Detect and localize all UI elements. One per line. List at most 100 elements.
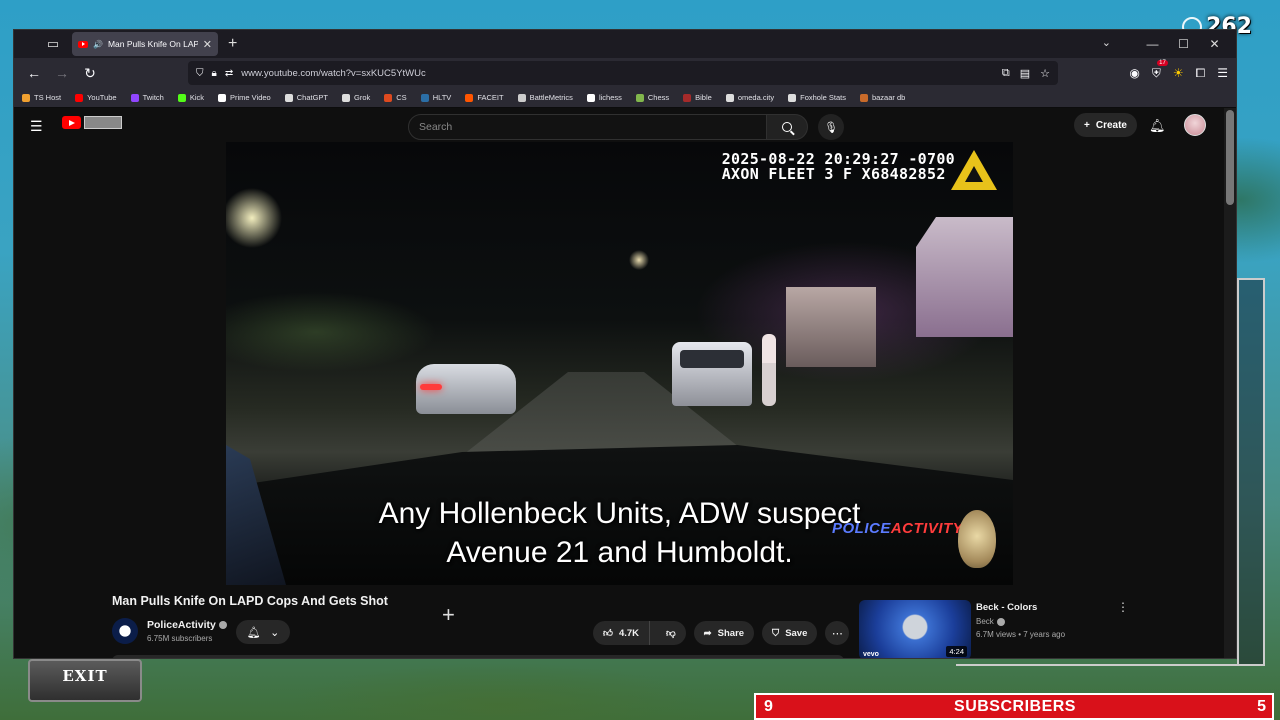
bookmark-favicon-icon <box>177 93 186 102</box>
description-box[interactable] <box>112 655 844 658</box>
video-player[interactable]: 2025-08-22 20:29:27 -0700 AXON FLEET 3 F… <box>226 142 1013 585</box>
bookmark-item[interactable]: omeda.city <box>725 93 774 102</box>
tab-bar: ▭ 🔊 Man Pulls Knife On LAPD C ✕ + ⌄ — ☐ … <box>14 30 1236 58</box>
bookmark-item[interactable]: lichess <box>586 93 622 102</box>
thumbs-up-icon: 👍︎ <box>603 628 613 639</box>
bookmark-item[interactable]: Grok <box>342 93 370 102</box>
hamburger-menu-icon[interactable]: ☰ <box>30 118 43 135</box>
recommended-channel: Beck <box>976 617 1005 626</box>
new-tab-icon[interactable]: + <box>228 35 237 53</box>
ublock-icon[interactable]: ⛨ 17 <box>1152 59 1168 81</box>
permissions-icon[interactable]: ⇄ <box>225 68 233 79</box>
subscriber-goal-bar: 9 SUBSCRIBERS 5 <box>754 693 1274 720</box>
like-button[interactable]: 👍︎ 4.7K <box>593 621 651 645</box>
minimize-icon[interactable]: — <box>1137 37 1168 51</box>
bookmark-item[interactable]: Bible <box>683 93 712 102</box>
save-button[interactable]: ⛉ Save <box>762 621 818 645</box>
picture-in-picture-icon[interactable]: ⧉ <box>1002 67 1010 80</box>
account-icon[interactable]: ◉ <box>1129 66 1139 80</box>
chevron-down-icon[interactable]: ⌄ <box>1102 36 1111 49</box>
back-icon[interactable]: ← <box>22 65 46 81</box>
bookmark-favicon-icon <box>420 93 429 102</box>
bookmark-item[interactable]: HLTV <box>420 93 451 102</box>
bookmark-item[interactable]: YouTube <box>75 93 117 102</box>
bookmark-item[interactable]: Kick <box>177 93 204 102</box>
tab-close-icon[interactable]: ✕ <box>203 38 212 51</box>
shield-icon[interactable]: ⛉ <box>196 68 204 79</box>
bookmark-label: Foxhole Stats <box>800 93 846 102</box>
user-avatar[interactable] <box>1184 114 1206 136</box>
bookmark-item[interactable]: TS Host <box>22 93 61 102</box>
bookmarks-bar: TS Host YouTube Twitch Kick Prime Video ChatG… <box>14 88 1236 108</box>
bookmark-item[interactable]: bazaar db <box>859 93 906 102</box>
share-button[interactable]: ➦ Share <box>693 621 755 645</box>
tab-list-icon[interactable]: ▭ <box>38 30 68 58</box>
bookmark-item[interactable]: CS <box>384 93 407 102</box>
channel-name[interactable]: PoliceActivity <box>147 619 216 631</box>
bookmark-label: bazaar db <box>871 93 906 102</box>
timestamp-line-2: AXON FLEET 3 F X68482852 <box>721 165 946 183</box>
maximize-icon[interactable]: ☐ <box>1168 37 1199 51</box>
youtube-favicon-icon <box>78 40 88 48</box>
kebab-menu-icon[interactable]: ⋮ <box>1117 600 1129 614</box>
bodycam-timestamp: 2025-08-22 20:29:27 -0700 AXON FLEET 3 F… <box>722 152 955 182</box>
bell-icon: 🔔︎ <box>246 626 261 639</box>
verified-icon <box>996 617 1005 626</box>
close-window-icon[interactable]: ✕ <box>1199 37 1230 51</box>
tab-youtube[interactable]: 🔊 Man Pulls Knife On LAPD C ✕ <box>72 32 218 56</box>
police-badge-icon <box>958 510 996 568</box>
scrollbar-thumb[interactable] <box>1226 110 1234 205</box>
reload-icon[interactable]: ↻ <box>78 65 102 82</box>
recommended-video[interactable]: vevo 4:24 Beck - Colors Beck 6.7M views … <box>859 600 1149 658</box>
subs-left-count: 9 <box>764 697 773 715</box>
video-duration: 4:24 <box>946 646 967 657</box>
url-text[interactable]: www.youtube.com/watch?v=sxKUC5YtWUc <box>241 68 994 79</box>
browser-window: ▭ 🔊 Man Pulls Knife On LAPD C ✕ + ⌄ — ☐ … <box>13 29 1237 659</box>
speaker-icon[interactable]: 🔊 <box>93 40 103 49</box>
verified-icon <box>218 621 227 630</box>
url-bar[interactable]: ⛉ 🔒︎ ⇄ www.youtube.com/watch?v=sxKUC5YtW… <box>188 61 1058 85</box>
like-dislike-group: 👍︎ 4.7K 👎︎ <box>593 621 686 645</box>
video-title: Man Pulls Knife On LAPD Cops And Gets Sh… <box>112 594 388 608</box>
police-activity-watermark: POLICEACTIVITY <box>832 520 963 537</box>
lock-icon[interactable]: 🔒︎ <box>212 68 217 79</box>
exit-button[interactable]: EXIT <box>28 659 142 702</box>
bookmark-item[interactable]: ChatGPT <box>284 93 328 102</box>
bookmark-label: Twitch <box>142 93 164 102</box>
youtube-play-icon <box>62 116 81 129</box>
watermark-activity: ACTIVITY <box>890 520 964 537</box>
bookmark-label: Grok <box>354 93 371 102</box>
bookmark-label: FACEIT <box>477 93 504 102</box>
search-input[interactable]: Search <box>408 114 767 140</box>
search-icon <box>782 122 792 132</box>
youtube-logo[interactable] <box>62 116 122 129</box>
video-car-hatchback <box>416 364 516 414</box>
recommended-thumbnail[interactable]: vevo 4:24 <box>859 600 971 658</box>
bookmark-star-icon[interactable]: ☆ <box>1040 67 1050 80</box>
subscription-bell-button[interactable]: 🔔︎ ⌄ <box>236 620 290 644</box>
extensions-icon[interactable]: ⧠ <box>1196 66 1206 81</box>
bookmark-item[interactable]: BattleMetrics <box>517 93 573 102</box>
search-button[interactable] <box>766 114 808 140</box>
dislike-button[interactable]: 👎︎ <box>656 627 686 639</box>
youtube-logo-redacted <box>84 116 122 129</box>
page-scrollbar[interactable] <box>1224 108 1236 658</box>
watermark-police: POLICE <box>832 520 891 537</box>
bookmark-item[interactable]: FACEIT <box>465 93 504 102</box>
reader-view-icon[interactable]: ▤ <box>1020 67 1030 80</box>
channel-avatar[interactable] <box>112 618 138 644</box>
bookmark-item[interactable]: Chess <box>635 93 669 102</box>
video-house-lit <box>916 217 1013 337</box>
channel-name-row[interactable]: PoliceActivity <box>147 619 227 631</box>
menu-icon[interactable]: ☰ <box>1217 66 1228 80</box>
bookmark-item[interactable]: Prime Video <box>218 93 271 102</box>
bookmark-item[interactable]: Foxhole Stats <box>788 93 846 102</box>
more-actions-icon[interactable]: ⋯ <box>825 621 850 645</box>
microphone-icon[interactable]: 🎙︎ <box>818 114 844 140</box>
notifications-bell-icon[interactable]: 🔔︎ <box>1149 118 1166 134</box>
bookmark-item[interactable]: Twitch <box>130 93 164 102</box>
create-button[interactable]: + Create <box>1074 113 1137 137</box>
forward-icon[interactable]: → <box>50 65 74 81</box>
recommended-title[interactable]: Beck - Colors <box>976 602 1037 613</box>
sun-icon[interactable]: ☀ <box>1173 66 1184 80</box>
